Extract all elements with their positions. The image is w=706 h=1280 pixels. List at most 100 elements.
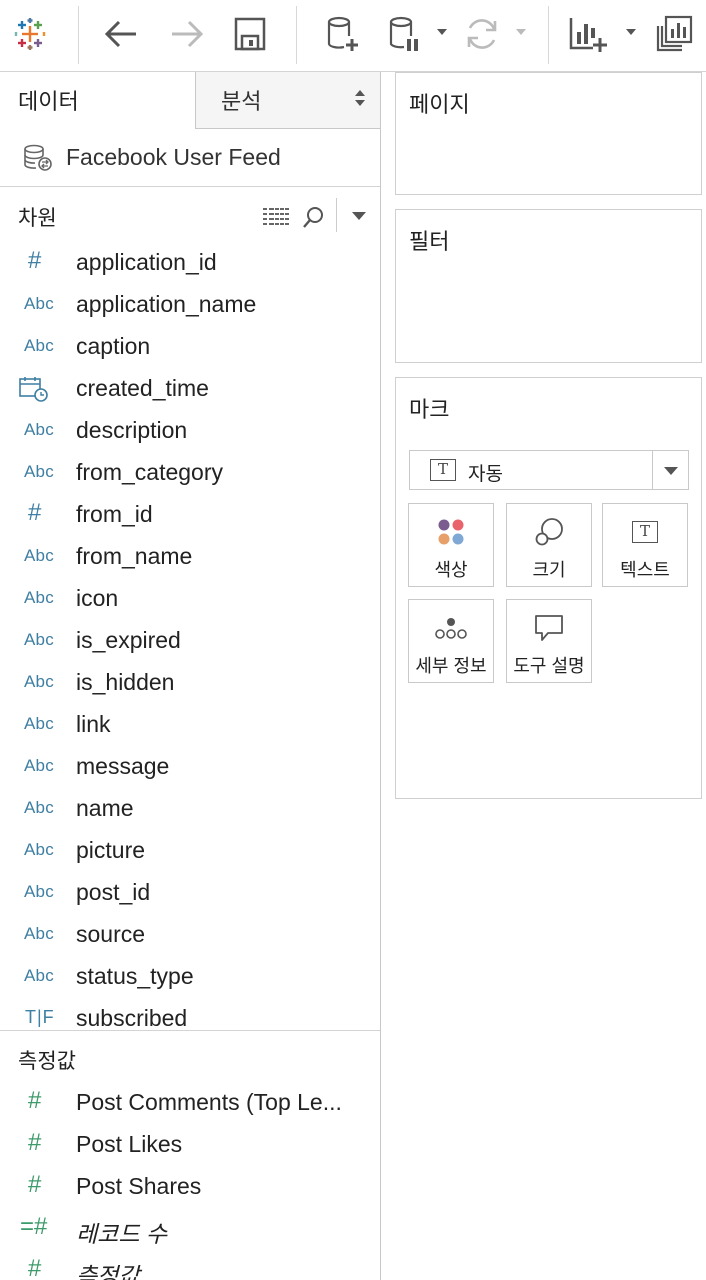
field-item[interactable]: Abc icon [0, 578, 380, 620]
back-icon[interactable] [100, 12, 144, 56]
field-item[interactable]: Abc status_type [0, 956, 380, 998]
string-type-icon: Abc [18, 628, 62, 654]
field-item[interactable]: # from_id [0, 494, 380, 536]
datasource-item[interactable]: Facebook User Feed [0, 129, 380, 187]
search-icon[interactable] [303, 206, 325, 233]
tab-data[interactable]: 데이터 [0, 72, 195, 129]
new-worksheet-icon[interactable] [566, 12, 610, 56]
field-name: 측정값 [76, 1263, 140, 1280]
mark-type-divider [652, 451, 653, 489]
field-item[interactable]: created_time [0, 368, 380, 410]
field-item[interactable]: # Post Comments (Top Le... [0, 1082, 380, 1124]
field-item[interactable]: Abc name [0, 788, 380, 830]
refresh-icon[interactable] [460, 12, 504, 56]
view-data-icon[interactable] [262, 206, 290, 231]
pause-updates-icon[interactable] [382, 12, 426, 56]
field-item[interactable]: Abc source [0, 914, 380, 956]
type-glyph: Abc [24, 798, 54, 817]
field-name: picture [76, 837, 146, 863]
size-button-label: 크기 [532, 560, 566, 580]
datasource-icon [22, 143, 54, 178]
field-item[interactable]: # Post Likes [0, 1124, 380, 1166]
tableau-logo-icon[interactable] [10, 12, 50, 56]
save-icon[interactable] [228, 12, 272, 56]
type-glyph: # [28, 247, 42, 274]
string-type-icon: Abc [18, 586, 62, 612]
field-item[interactable]: Abc message [0, 746, 380, 788]
tooltip-icon [507, 612, 591, 644]
tooltip-button[interactable]: 도구 설명 [506, 599, 592, 683]
filters-shelf[interactable]: 필터 [395, 209, 702, 363]
pages-shelf[interactable]: 페이지 [395, 72, 702, 195]
type-glyph: # [28, 1171, 42, 1198]
field-item[interactable]: Abc from_name [0, 536, 380, 578]
forward-icon[interactable] [164, 12, 208, 56]
field-item[interactable]: # 측정값 [0, 1250, 380, 1280]
field-item[interactable]: # application_id [0, 242, 380, 284]
field-name: post_id [76, 879, 151, 905]
type-glyph: Abc [24, 336, 54, 355]
size-button[interactable]: 크기 [506, 503, 592, 587]
field-name: application_id [76, 249, 217, 275]
field-name: from_id [76, 501, 153, 527]
color-button[interactable]: 색상 [408, 503, 494, 587]
toolbar [0, 0, 706, 72]
field-name: Post Likes [76, 1131, 183, 1157]
toolbar-divider [548, 6, 549, 64]
field-name: Post Comments (Top Le... [76, 1089, 342, 1115]
type-glyph: Abc [24, 462, 54, 481]
type-glyph: Abc [24, 672, 54, 691]
field-item[interactable]: # Post Shares [0, 1166, 380, 1208]
field-item[interactable]: Abc is_hidden [0, 662, 380, 704]
tab-analysis[interactable]: 분석 [195, 72, 380, 129]
tab-analysis-label: 분석 [221, 89, 262, 114]
tab-data-label: 데이터 [18, 89, 79, 114]
type-glyph: Abc [24, 420, 54, 439]
string-type-icon: Abc [18, 292, 62, 318]
type-glyph: # [28, 499, 42, 526]
refresh-dropdown-icon[interactable] [516, 29, 526, 35]
dimensions-list: # application_id Abc application_name Abc cap… [0, 242, 380, 1040]
field-name: link [76, 711, 111, 737]
number-type-icon: # [18, 1129, 62, 1158]
text-icon: T [603, 516, 687, 548]
measures-list: # Post Comments (Top Le... # Post Likes # Pos… [0, 1082, 380, 1280]
field-name: 레코드 수 [76, 1221, 168, 1247]
field-item[interactable]: Abc description [0, 410, 380, 452]
data-pane: 데이터 분석 Facebook User Feed 차원 # applicati… [0, 72, 381, 1280]
text-button[interactable]: T 텍스트 [602, 503, 688, 587]
show-me-icon[interactable] [652, 12, 696, 56]
measures-title: 측정값 [18, 1050, 76, 1073]
chevron-down-icon[interactable] [664, 467, 678, 475]
field-item[interactable]: Abc link [0, 704, 380, 746]
string-type-icon: Abc [18, 754, 62, 780]
mark-type-dropdown[interactable]: T 자동 [409, 450, 689, 490]
field-name: Post Shares [76, 1173, 202, 1199]
new-worksheet-dropdown-icon[interactable] [626, 29, 636, 35]
date-time-icon [18, 376, 62, 402]
number-type-icon: # [18, 247, 62, 276]
string-type-icon: Abc [18, 670, 62, 696]
dimensions-menu-dropdown-icon[interactable] [352, 212, 366, 220]
field-name: application_name [76, 291, 257, 317]
detail-button[interactable]: 세부 정보 [408, 599, 494, 683]
number-type-icon: # [18, 499, 62, 528]
field-item[interactable]: Abc picture [0, 830, 380, 872]
field-item[interactable]: Abc from_category [0, 452, 380, 494]
field-item[interactable]: =# 레코드 수 [0, 1208, 380, 1250]
field-item[interactable]: Abc caption [0, 326, 380, 368]
field-name: from_name [76, 543, 193, 569]
type-glyph: Abc [24, 840, 54, 859]
type-glyph: Abc [24, 294, 54, 313]
field-item[interactable]: Abc is_expired [0, 620, 380, 662]
new-datasource-icon[interactable] [320, 12, 364, 56]
tab-scroll-arrows-icon[interactable] [354, 90, 366, 108]
field-item[interactable]: Abc application_name [0, 284, 380, 326]
string-type-icon: Abc [18, 796, 62, 822]
toolbar-divider [296, 6, 297, 64]
number-type-icon: # [18, 1087, 62, 1116]
pause-updates-dropdown-icon[interactable] [437, 29, 447, 35]
text-mark-icon: T [430, 459, 456, 481]
string-type-icon: Abc [18, 418, 62, 444]
field-item[interactable]: Abc post_id [0, 872, 380, 914]
